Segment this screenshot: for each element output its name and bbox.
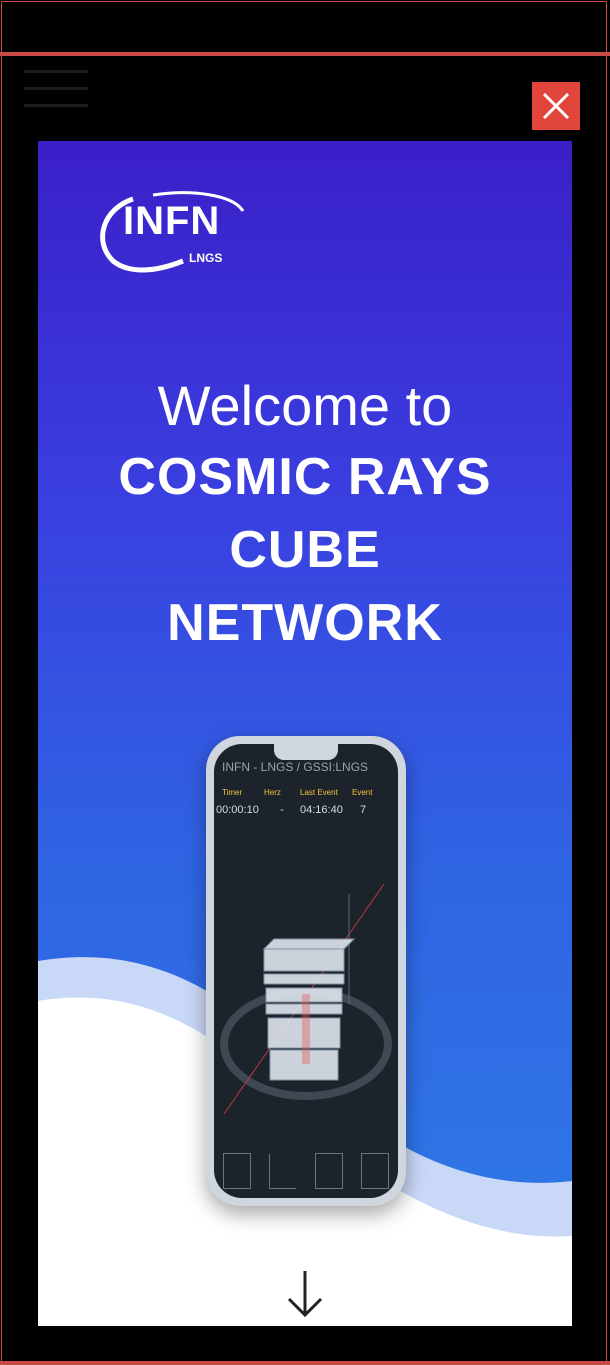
stat-value-herz: -: [280, 804, 284, 816]
title-welcome: Welcome to: [157, 374, 453, 437]
phone-notch: [274, 744, 338, 760]
title-line-3: NETWORK: [167, 594, 443, 652]
logo-subtext: LNGS: [189, 251, 223, 265]
cube-visualization: [220, 883, 392, 1114]
stat-value-timer: 00:00:10: [216, 804, 259, 816]
grid-icon: [314, 1153, 343, 1189]
phone-header: INFN - LNGS / GSSI:LNGS: [222, 760, 369, 774]
phone-mockup: INFN - LNGS / GSSI:LNGS Timer Herz Last …: [206, 736, 406, 1206]
stat-label-timer: Timer: [222, 788, 243, 797]
infn-logo: INFN LNGS: [93, 191, 253, 281]
welcome-title: Welcome to COSMIC RAYS CUBE NETWORK: [38, 371, 572, 660]
stat-label-last-event: Last Event: [300, 788, 338, 797]
logo-text: INFN: [123, 199, 221, 243]
phone-screen: INFN - LNGS / GSSI:LNGS Timer Herz Last …: [214, 744, 398, 1198]
phone-toolbar: [214, 1144, 398, 1198]
arrow-down-icon[interactable]: [283, 1269, 327, 1319]
phone-stats-labels: Timer Herz Last Event Event: [214, 788, 398, 797]
background-menu-icon: [24, 70, 88, 121]
cube-view-icon: [223, 1153, 252, 1189]
bottom-divider: [0, 1361, 610, 1365]
phone-stats-values: 00:00:10 - 04:16:40 7: [214, 804, 398, 816]
stat-label-herz: Herz: [264, 788, 281, 797]
top-divider: [0, 52, 610, 56]
document-icon: [360, 1153, 389, 1189]
close-icon: [542, 92, 570, 120]
title-line-1: COSMIC RAYS: [118, 448, 492, 506]
stat-value-last-event: 04:16:40: [300, 804, 343, 816]
stat-value-event: 7: [360, 804, 367, 816]
title-line-2: CUBE: [229, 521, 381, 579]
welcome-modal: INFN LNGS Welcome to COSMIC RAYS CUBE NE…: [38, 141, 572, 1326]
stat-label-event: Event: [352, 788, 373, 797]
close-button[interactable]: [532, 82, 580, 130]
axes-icon: [269, 1153, 297, 1189]
